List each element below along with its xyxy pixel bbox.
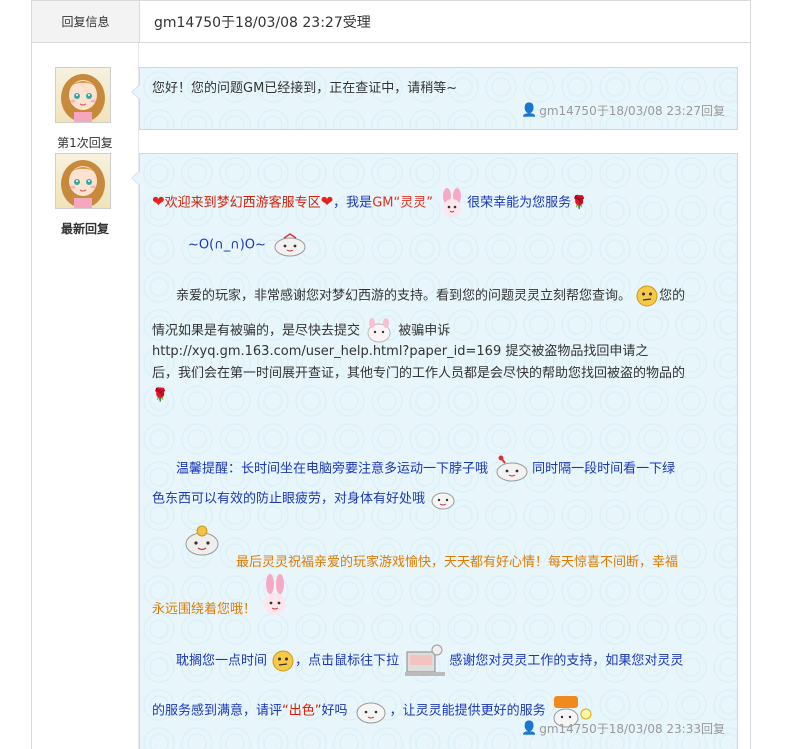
reminder-line: 温馨提醒：长时间坐在电脑旁要注意多运动一下脖子哦 同时隔一段时间看一下绿 (176, 454, 675, 484)
girl-avatar-icon (61, 74, 105, 122)
help-url-line: http://xyq.gm.163.com/user_help.html?pap… (152, 344, 649, 359)
fraud-appeal-text: 被骗申诉 (398, 323, 451, 339)
header-label: 回复信息 (32, 1, 140, 42)
dumpling-emoji-icon (431, 492, 455, 510)
thanks-text: 亲爱的玩家，非常感谢您对梦幻西游的支持。看到您的问题灵灵立刻帮您查询。 (176, 288, 632, 304)
reminder-text: 温馨提醒：长时间坐在电脑旁要注意多运动一下脖子哦 (176, 461, 489, 477)
rose-line: 🌹 (152, 385, 168, 407)
reply-meta: 👤 gm14750于18/03/08 23:27回复 (521, 102, 725, 119)
thanks-support-text: 感谢您对灵灵工作的支持，如果您对灵灵 (449, 653, 684, 669)
eye-health-text: 色东西可以有效的防止眼疲劳，对身体有好处哦 (152, 491, 426, 507)
reminder-line: 色东西可以有效的防止眼疲劳，对身体有好处哦 (152, 487, 457, 511)
header-value: gm14750于18/03/08 23:27受理 (154, 14, 371, 31)
gm-name: GM“灵灵” (372, 195, 433, 211)
reply-count-label: 第1次回复 (57, 136, 113, 150)
heart-icon: ❤ (320, 192, 334, 211)
right-border (750, 43, 751, 749)
bubble-arrow (131, 170, 140, 186)
thinking-emoji-icon (272, 650, 294, 672)
heart-icon: ❤ (152, 192, 165, 211)
better-service-text: ，让灵灵能提供更好的服务 (389, 703, 546, 719)
user-icon: 👤 (521, 103, 538, 118)
bunny-emoji-icon (260, 574, 290, 621)
kaomoji-text: ~O(∩_∩)O~ (188, 237, 266, 253)
dumpling-emoji-icon (496, 455, 528, 482)
user-icon: 👤 (521, 721, 538, 736)
reply-bubble: ❤欢迎来到梦幻西游客服专区❤，我是GM“灵灵” 很荣幸能为您服务🌹 ~O(∩_∩… (131, 153, 738, 749)
delay-text: 耽搁您一点时间 (176, 653, 268, 669)
intro-text: ，我是 (333, 195, 373, 211)
blessing-line: 最后灵灵祝福亲爱的玩家游戏愉快，天天都有好心情！每天惊喜不间断，幸福 (236, 555, 679, 570)
your-text: 您的 (659, 288, 686, 304)
reply-meta-text: gm14750于18/03/08 23:27回复 (539, 104, 725, 118)
avatar (55, 67, 111, 123)
ok-text: 好吗 (321, 703, 348, 719)
girl-avatar-icon (61, 160, 105, 208)
rose-icon: 🌹 (571, 195, 588, 211)
excellent-text: “出色” (282, 703, 322, 719)
greeting-line: ❤欢迎来到梦幻西游客服专区❤，我是GM“灵灵” 很荣幸能为您服务🌹 (152, 188, 587, 218)
blessing-text: 永远围绕着您哦！ (152, 602, 257, 617)
reply-bubble: 您好！您的问题GM已经接到，正在查证中，请稍等~ 👤 gm14750于18/03… (131, 67, 738, 130)
smile-line: ~O(∩_∩)O~ (188, 232, 310, 258)
scroll-down-text: ，点击鼠标往下拉 (295, 653, 400, 669)
dumpling-emoji-icon (356, 702, 386, 724)
satisfied-text: 的服务感到满意，请评 (152, 703, 283, 719)
welcome-text: 欢迎来到梦幻西游客服专区 (164, 195, 321, 211)
latest-reply-label: 最新回复 (60, 222, 109, 236)
dumpling-emoji-icon (274, 233, 306, 257)
rating-line: 耽搁您一点时间 ，点击鼠标往下拉 感谢您对灵灵工作的支持，如果您对灵灵 (176, 644, 683, 678)
blessing-line: 永远围绕着您哦！ (152, 599, 256, 621)
paragraph-line: 后，我们会在第一时间展开查证，其他专门的工作人员都是会尽快的帮助您找回被盗的物品… (152, 366, 686, 381)
bubble-arrow (131, 84, 140, 100)
honor-text: 很荣幸能为您服务 (467, 195, 572, 211)
reply-text: 您好！您的问题GM已经接到，正在查证中，请稍等~ (152, 81, 458, 96)
thinking-emoji-icon (636, 285, 658, 307)
reply-info-header: 回复信息 gm14750于18/03/08 23:27受理 (31, 0, 751, 43)
blessing-emoji-line (180, 524, 224, 558)
computer-emoji-icon (405, 644, 446, 676)
fraud-text: 情况如果是有被骗的，是尽快去提交 (152, 323, 361, 339)
rose-icon: 🌹 (152, 388, 169, 403)
avatar (55, 153, 111, 209)
reply-meta-text: gm14750于18/03/08 23:33回复 (539, 722, 725, 736)
paragraph-line: 亲爱的玩家，非常感谢您对梦幻西游的支持。看到您的问题灵灵立刻帮您查询。 您的 (176, 284, 685, 308)
dumpling-emoji-icon (185, 525, 219, 556)
bunny-emoji-icon (443, 188, 462, 217)
reply-meta: 👤 gm14750于18/03/08 23:33回复 (521, 720, 725, 737)
reminder-text-2: 同时隔一段时间看一下绿 (532, 461, 676, 477)
